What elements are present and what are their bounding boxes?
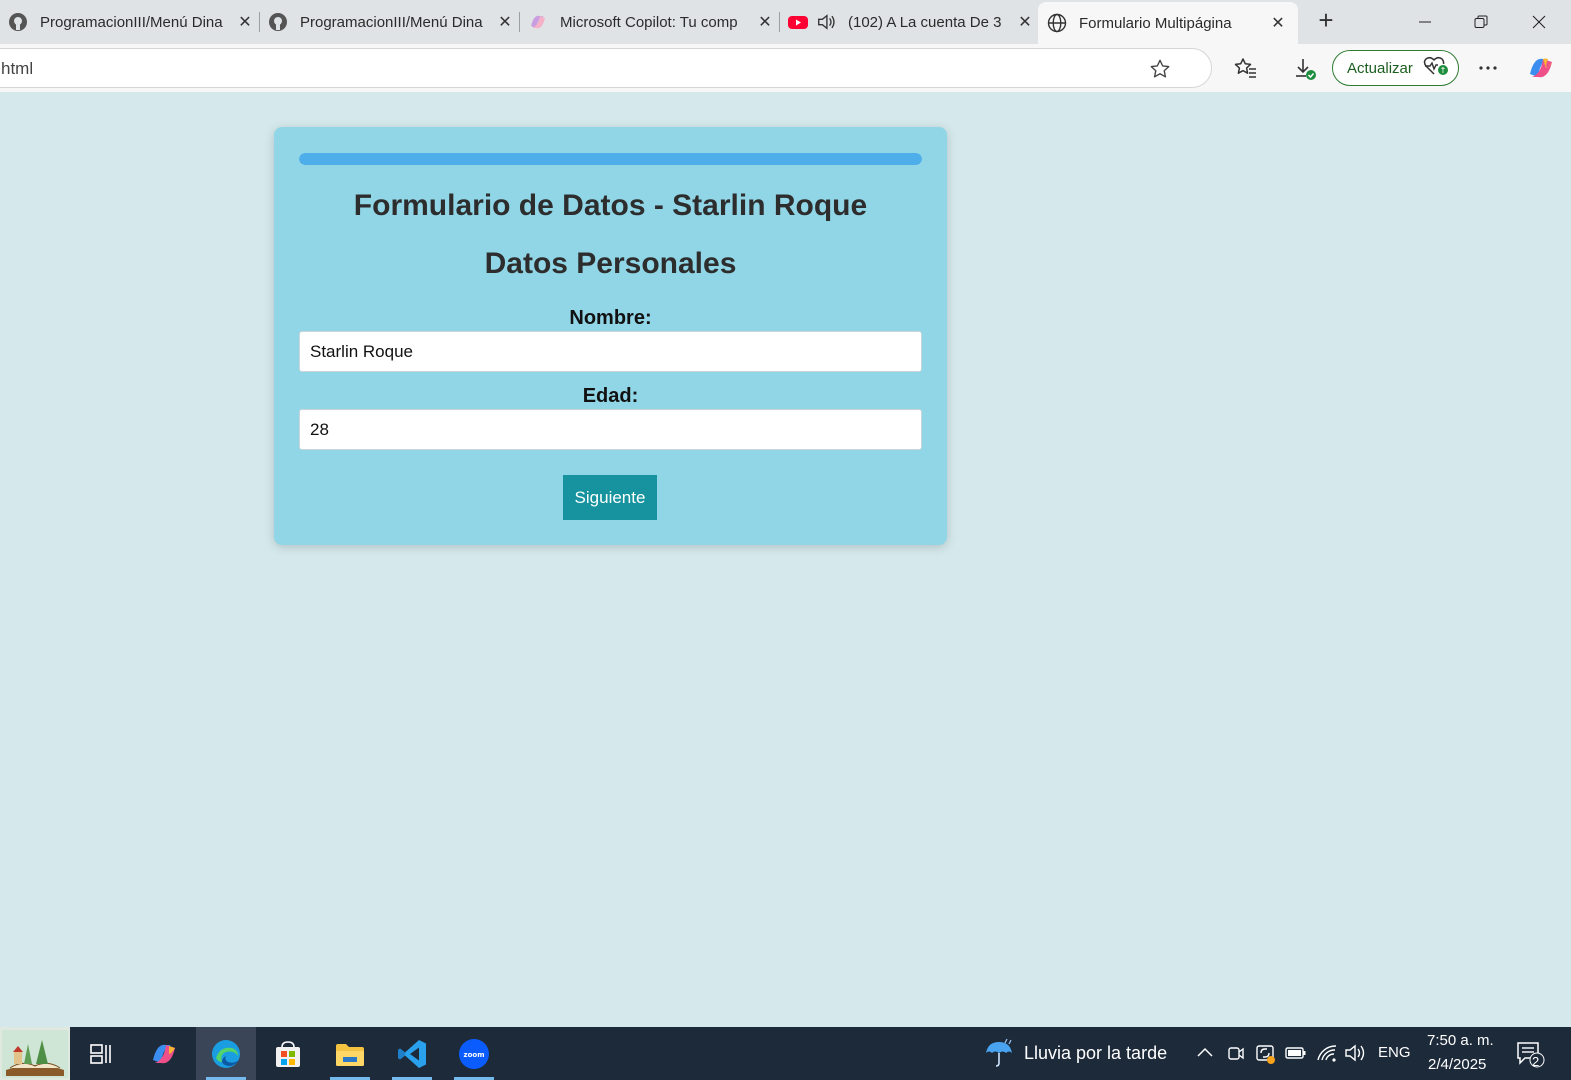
sync-warning-icon[interactable] xyxy=(1255,1043,1277,1070)
copilot-icon xyxy=(528,12,548,32)
progress-bar-fill xyxy=(299,153,922,165)
battery-icon[interactable] xyxy=(1285,1044,1307,1067)
zoom-icon: zoom xyxy=(459,1038,489,1069)
store-icon xyxy=(276,1040,300,1067)
nombre-label: Nombre: xyxy=(569,307,652,329)
page-title: Formulario de Datos - Starlin Roque xyxy=(353,189,868,222)
tab-github-2[interactable]: ProgramacionIII/Menú Dina ✕ xyxy=(268,3,513,41)
close-window-button[interactable] xyxy=(1511,0,1567,44)
taskbar-store[interactable] xyxy=(258,1027,318,1080)
close-icon[interactable]: ✕ xyxy=(497,14,513,31)
volume-icon[interactable] xyxy=(1344,1043,1368,1068)
address-bar[interactable]: html xyxy=(0,48,1212,88)
taskbar-copilot[interactable] xyxy=(134,1027,194,1080)
favorite-star-icon[interactable] xyxy=(1149,58,1171,85)
copilot-icon xyxy=(153,1044,175,1063)
notification-icon[interactable] xyxy=(1515,1040,1545,1073)
copilot-icon[interactable] xyxy=(1526,54,1556,87)
next-button[interactable]: Siguiente xyxy=(563,475,657,520)
umbrella-rain-icon[interactable] xyxy=(983,1037,1015,1074)
tab-title: ProgramacionIII/Menú Dina xyxy=(40,13,223,31)
more-menu-icon[interactable] xyxy=(1478,60,1498,81)
downloads-icon[interactable] xyxy=(1292,56,1318,87)
taskbar-edge[interactable] xyxy=(196,1027,256,1080)
edge-icon xyxy=(212,1039,240,1068)
vscode-icon xyxy=(398,1039,426,1068)
weather-text[interactable]: Lluvia por la tarde xyxy=(1024,1043,1167,1064)
update-browser-button[interactable]: Actualizar ↑ xyxy=(1332,50,1459,86)
close-icon[interactable]: ✕ xyxy=(757,14,773,31)
clock-date[interactable]: 2/4/2025 xyxy=(1428,1056,1486,1073)
taskbar: zoom Lluvia por la tarde ENG 7:50 a. m. … xyxy=(0,1027,1571,1080)
taskbar-zoom[interactable]: zoom xyxy=(444,1027,504,1080)
favorites-icon[interactable] xyxy=(1234,56,1258,85)
folder-icon xyxy=(336,1043,364,1066)
address-text: html xyxy=(1,59,34,78)
taskbar-file-explorer[interactable] xyxy=(320,1027,380,1080)
tab-separator xyxy=(519,12,520,32)
tab-copilot[interactable]: Microsoft Copilot: Tu comp ✕ xyxy=(528,3,773,41)
close-icon[interactable]: ✕ xyxy=(1017,14,1033,31)
edad-label: Edad: xyxy=(582,385,639,407)
tab-strip: ProgramacionIII/Menú Dina ✕ Programacion… xyxy=(0,0,1571,44)
tab-separator xyxy=(259,12,260,32)
task-view-button[interactable] xyxy=(71,1027,131,1080)
form-card: Formulario de Datos - Starlin Roque Dato… xyxy=(274,127,947,545)
tab-title: Microsoft Copilot: Tu comp xyxy=(560,13,738,31)
language-indicator[interactable]: ENG xyxy=(1378,1044,1411,1061)
globe-icon xyxy=(1047,13,1067,33)
svg-text:zoom: zoom xyxy=(464,1051,485,1059)
minimize-icon xyxy=(1419,21,1431,23)
tab-youtube[interactable]: (102) A La cuenta De 3 ✕ xyxy=(788,3,1033,41)
update-label: Actualizar xyxy=(1347,59,1413,77)
clock-time[interactable]: 7:50 a. m. xyxy=(1427,1032,1494,1049)
progress-bar xyxy=(299,153,922,165)
notification-count: 2 xyxy=(1532,1054,1540,1069)
speaker-icon[interactable] xyxy=(816,12,836,32)
widgets-thumbnail[interactable] xyxy=(0,1027,70,1080)
close-icon xyxy=(1532,15,1546,29)
tab-formulario[interactable]: Formulario Multipágina ✕ xyxy=(1038,2,1298,44)
github-icon xyxy=(268,12,288,32)
new-tab-button[interactable]: + xyxy=(1312,7,1340,35)
svg-text:↑: ↑ xyxy=(1440,66,1447,75)
github-icon xyxy=(8,12,28,32)
close-icon[interactable]: ✕ xyxy=(1270,15,1286,32)
taskbar-vscode[interactable] xyxy=(382,1027,442,1080)
edad-input[interactable] xyxy=(299,409,922,450)
task-view-icon xyxy=(90,1043,111,1064)
tab-separator xyxy=(779,12,780,32)
close-icon[interactable]: ✕ xyxy=(237,14,253,31)
nombre-input[interactable] xyxy=(299,331,922,372)
youtube-icon xyxy=(788,12,808,32)
book-landscape-icon xyxy=(2,1029,68,1078)
heartbeat-icon: ↑ xyxy=(1423,55,1449,81)
tab-title: Formulario Multipágina xyxy=(1079,14,1232,32)
camera-icon[interactable] xyxy=(1226,1043,1246,1068)
page-viewport: Formulario de Datos - Starlin Roque Dato… xyxy=(0,92,1563,1026)
restore-button[interactable] xyxy=(1453,0,1509,44)
minimize-button[interactable] xyxy=(1397,0,1453,44)
chevron-up-icon[interactable] xyxy=(1196,1045,1214,1064)
section-title: Datos Personales xyxy=(484,247,737,280)
restore-icon xyxy=(1474,15,1488,28)
wifi-icon[interactable] xyxy=(1316,1043,1338,1068)
tab-github-1[interactable]: ProgramacionIII/Menú Dina ✕ xyxy=(8,3,253,41)
tab-title: (102) A La cuenta De 3 xyxy=(848,13,1002,31)
tab-title: ProgramacionIII/Menú Dina xyxy=(300,13,483,31)
